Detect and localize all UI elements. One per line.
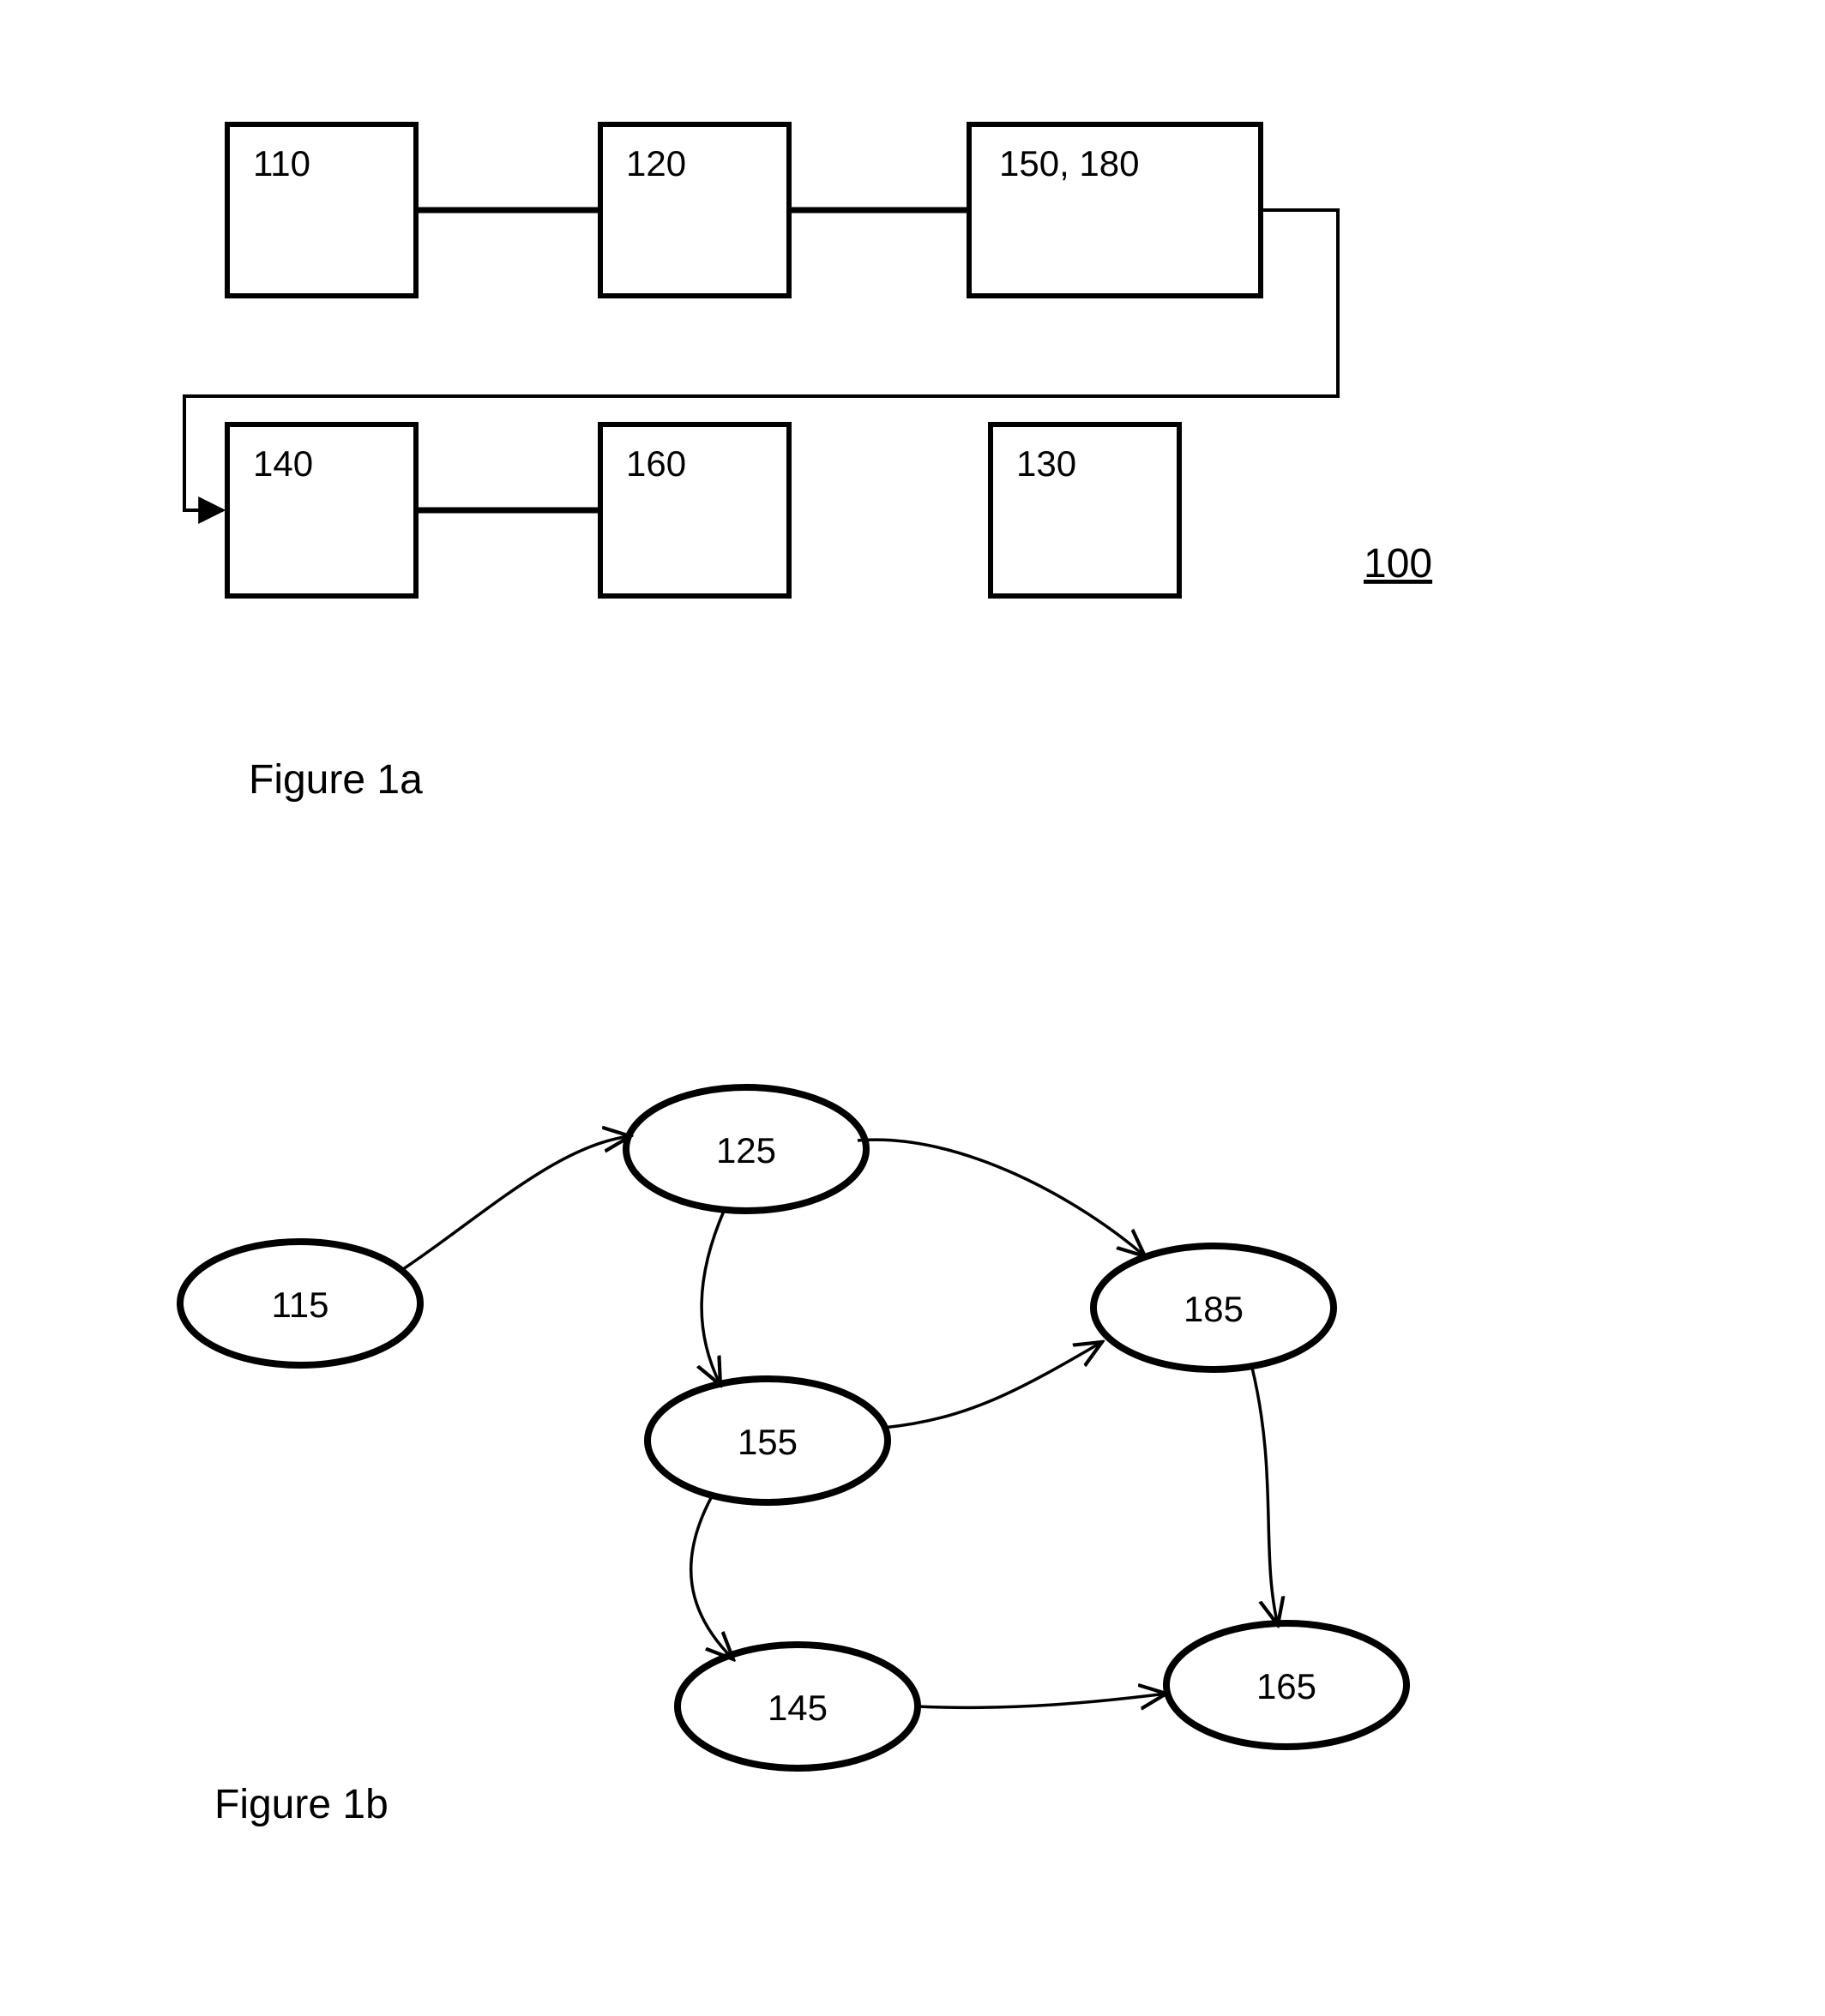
node-155: 155	[647, 1379, 888, 1502]
node-115-label: 115	[272, 1285, 329, 1325]
box-120-label: 120	[626, 143, 686, 184]
edge-185-165	[1252, 1368, 1278, 1625]
node-185-label: 185	[1184, 1289, 1244, 1329]
box-130: 130	[991, 424, 1179, 596]
node-165-label: 165	[1256, 1666, 1316, 1706]
box-150-180: 150, 180	[969, 124, 1261, 296]
box-120: 120	[600, 124, 789, 296]
node-165: 165	[1166, 1623, 1406, 1747]
figure-1a-ref: 100	[1364, 541, 1432, 587]
edge-155-185	[883, 1342, 1102, 1428]
node-155-label: 155	[738, 1422, 798, 1462]
figure-1b-caption: Figure 1b	[214, 1782, 388, 1827]
figure-1a-caption: Figure 1a	[249, 757, 423, 803]
node-125: 125	[626, 1087, 866, 1211]
node-185: 185	[1093, 1246, 1334, 1369]
box-110-label: 110	[253, 143, 310, 184]
edge-115-125	[403, 1136, 630, 1269]
node-115: 115	[180, 1242, 420, 1365]
box-160: 160	[600, 424, 789, 596]
edge-125-185	[858, 1140, 1145, 1256]
box-150-180-label: 150, 180	[999, 143, 1140, 184]
node-145: 145	[678, 1645, 918, 1768]
figure-1a: 110 120 150, 180 140 160 130	[184, 124, 1432, 803]
edge-155-145	[691, 1496, 733, 1659]
edge-145-165	[918, 1694, 1166, 1707]
figure-1b: 115 125 185 155 145 165	[180, 1087, 1406, 1827]
node-125-label: 125	[716, 1130, 776, 1170]
node-145-label: 145	[768, 1688, 828, 1728]
box-140: 140	[227, 424, 416, 596]
edge-125-155	[702, 1209, 725, 1385]
box-160-label: 160	[626, 443, 686, 484]
box-140-label: 140	[253, 443, 313, 484]
box-110: 110	[227, 124, 416, 296]
box-130-label: 130	[1016, 443, 1076, 484]
diagram-canvas: 110 120 150, 180 140 160 130	[0, 0, 1825, 2016]
